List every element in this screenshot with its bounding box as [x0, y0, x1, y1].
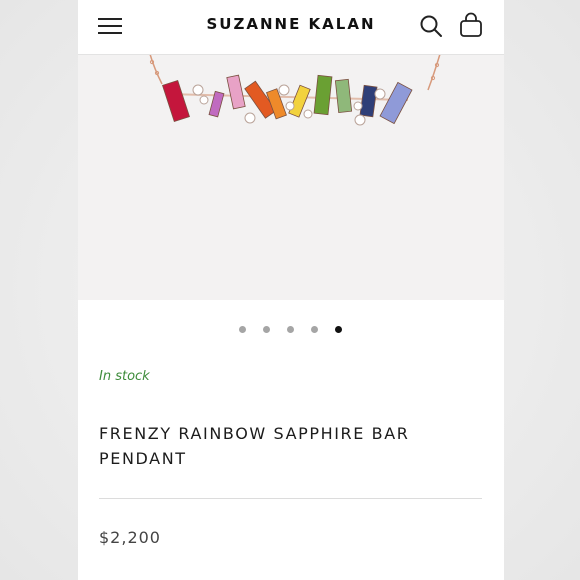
divider — [99, 498, 482, 499]
product-image-gallery[interactable] — [78, 54, 504, 300]
product-price: $2,200 — [99, 528, 161, 547]
stock-status: In stock — [99, 369, 150, 384]
gallery-dot[interactable] — [311, 326, 318, 333]
shopping-bag-icon — [460, 12, 482, 37]
gallery-dot[interactable] — [263, 326, 270, 333]
gallery-pagination — [78, 326, 504, 336]
pendant-image — [149, 54, 441, 126]
gallery-dot[interactable] — [287, 326, 294, 333]
product-page: SUZANNE KALAN In stock FRENZY RAINBOW SA… — [78, 0, 504, 580]
site-header: SUZANNE KALAN — [78, 0, 504, 55]
gallery-dot[interactable] — [239, 326, 246, 333]
search-button[interactable] — [419, 14, 443, 38]
product-title: FRENZY RAINBOW SAPPHIRE BAR PENDANT — [99, 424, 410, 468]
cart-button[interactable] — [459, 12, 483, 38]
gallery-dot[interactable] — [335, 326, 342, 333]
search-icon — [420, 15, 442, 37]
photo-background: SUZANNE KALAN In stock FRENZY RAINBOW SA… — [0, 0, 580, 580]
